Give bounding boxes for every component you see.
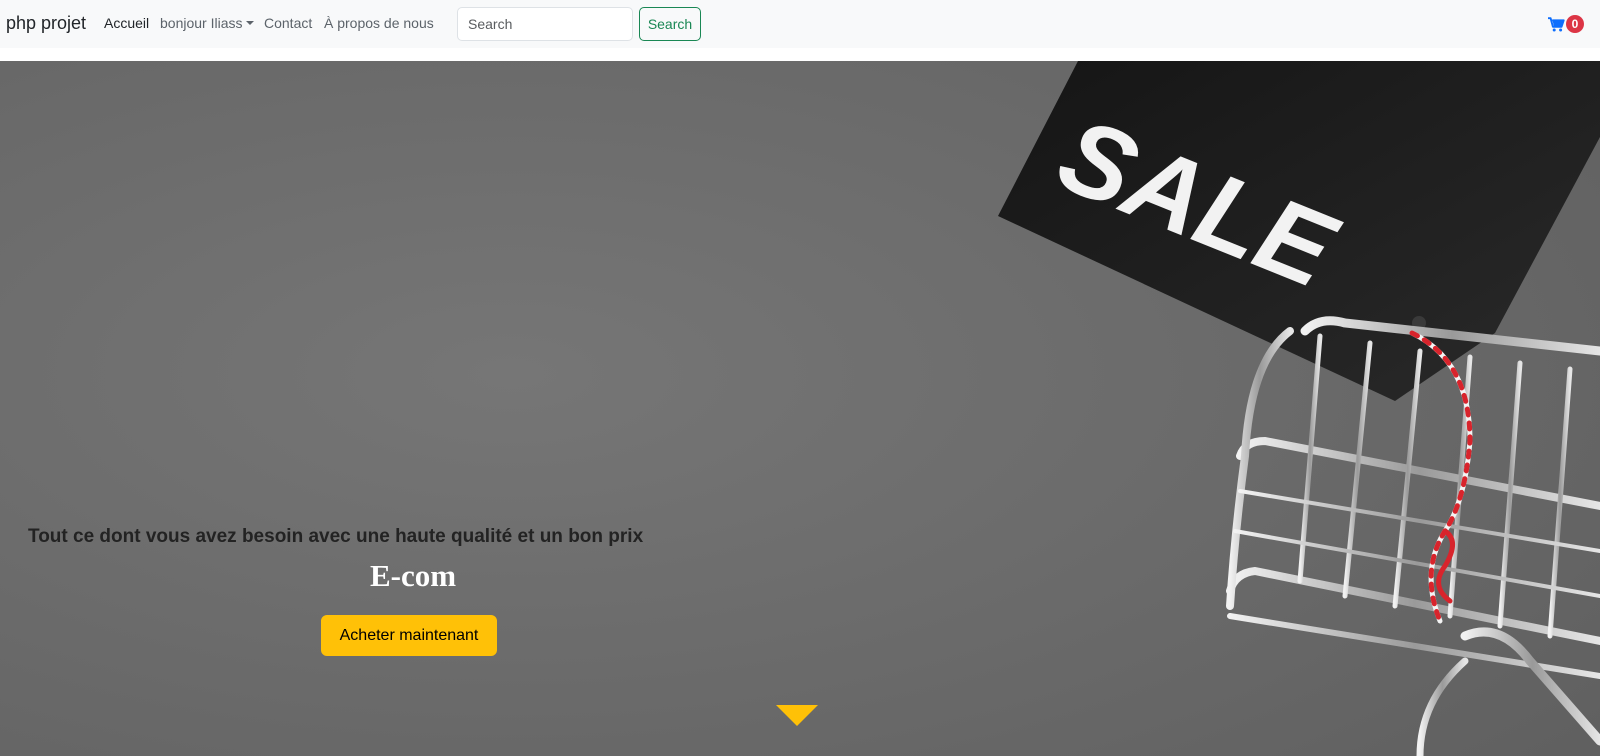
nav-link-contact[interactable]: Contact	[264, 15, 312, 31]
hero-tagline: Tout ce dont vous avez besoin avec une h…	[28, 526, 644, 547]
search-button[interactable]: Search	[639, 7, 701, 41]
search-input[interactable]	[457, 7, 633, 41]
nav-link-a-propos[interactable]: À propos de nous	[324, 15, 434, 31]
navbar: php projet Accueil bonjour Iliass Contac…	[0, 0, 1600, 48]
cart-count-badge: 0	[1566, 15, 1584, 33]
cart-link[interactable]: 0	[1548, 15, 1584, 33]
hero-title: E-com	[370, 558, 457, 593]
nav-dropdown-user-label: bonjour Iliass	[160, 15, 243, 31]
hero-section: SALE Tout ce dont vous avez besoin avec …	[0, 61, 1600, 756]
caret-down-icon	[245, 21, 254, 26]
brand-link[interactable]: php projet	[6, 13, 86, 34]
hero-background-image: SALE	[0, 61, 1600, 756]
shop-now-button[interactable]: Acheter maintenant	[321, 615, 497, 656]
scroll-down-icon[interactable]	[776, 705, 818, 726]
nav-dropdown-user[interactable]: bonjour Iliass	[160, 15, 254, 31]
shopping-cart-icon	[1548, 16, 1565, 31]
nav-link-accueil[interactable]: Accueil	[104, 15, 149, 31]
